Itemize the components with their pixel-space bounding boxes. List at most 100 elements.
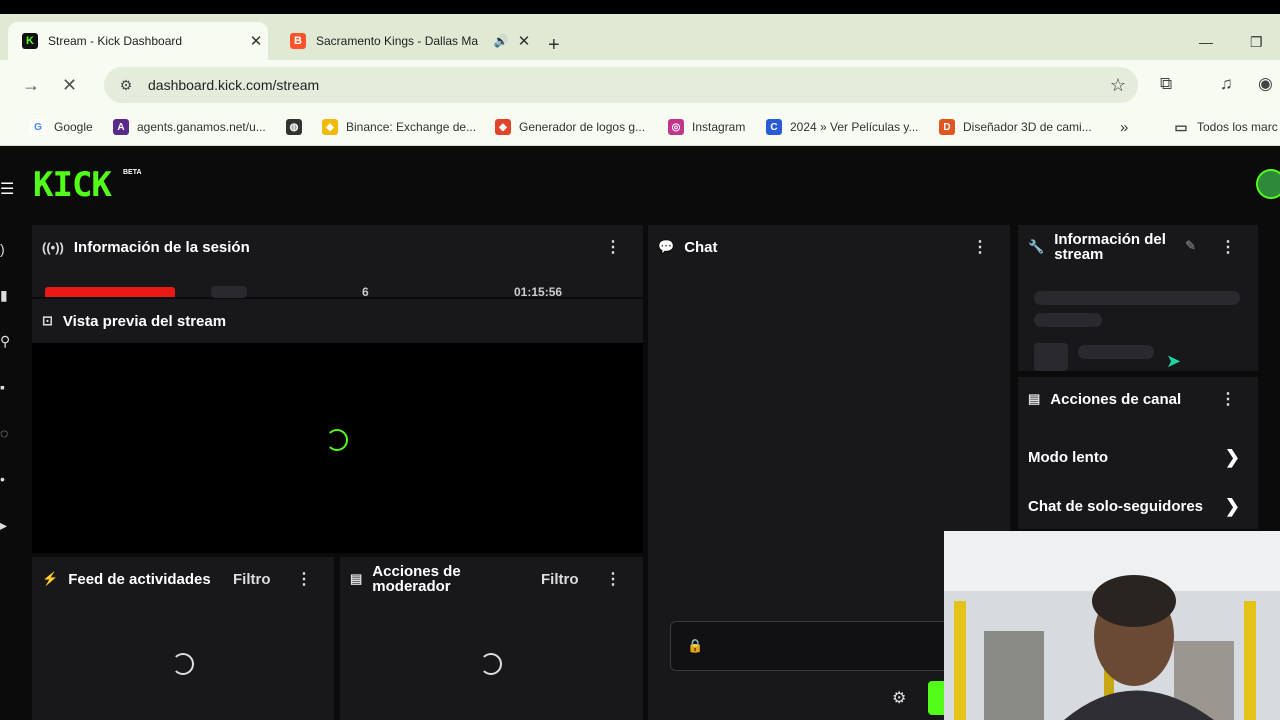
chevron-right-icon: ❯ xyxy=(1224,446,1240,467)
lock-icon: 🔒 xyxy=(687,638,704,653)
chat-bubble-icon: 💬 xyxy=(658,239,675,254)
extensions-icon[interactable]: ⧉ xyxy=(1160,74,1172,94)
bookmark-agents[interactable]: A agents.ganamos.net/u... xyxy=(113,119,266,135)
user-avatar[interactable] xyxy=(1256,169,1280,199)
loading-spinner xyxy=(326,429,348,451)
bookmarks-bar: G Google A agents.ganamos.net/u... ◍ ◆ B… xyxy=(0,110,1280,146)
beta-badge: BETA xyxy=(123,169,142,176)
kick-logo[interactable]: KICK xyxy=(33,165,112,205)
kebab-menu-icon[interactable]: ⋮ xyxy=(1220,237,1236,257)
bolt-icon: ⚡ xyxy=(42,571,59,586)
close-tab-icon[interactable]: ✕ xyxy=(512,32,536,50)
tab-kick-dashboard[interactable]: K Stream - Kick Dashboard ✕ xyxy=(8,22,268,60)
wrench-icon: 🔧 xyxy=(1028,239,1045,254)
tab-title: Stream - Kick Dashboard xyxy=(48,34,183,48)
new-tab-button[interactable]: + xyxy=(548,34,560,57)
slow-mode-row[interactable]: Modo lento ❯ xyxy=(1018,437,1258,477)
activity-feed-title: Feed de actividades xyxy=(68,570,211,588)
logo-generator-icon: ◆ xyxy=(495,119,511,135)
activity-filter-button[interactable]: Filtro xyxy=(233,571,271,588)
stop-loading-icon[interactable]: ✕ xyxy=(62,75,77,96)
cuevana-icon: C xyxy=(766,119,782,135)
bookmark-star-icon[interactable]: ☆ xyxy=(1098,75,1138,96)
mod-filter-button[interactable]: Filtro xyxy=(541,571,579,588)
close-tab-icon[interactable]: ✕ xyxy=(244,32,268,50)
viewer-count: 6 xyxy=(362,285,369,299)
rail-community-icon[interactable]: ▪ xyxy=(0,379,12,425)
chat-header: 💬 Chat ⋮ xyxy=(648,225,1010,269)
bookmark-all-folder[interactable]: ▭ Todos los marc xyxy=(1173,118,1277,135)
rail-analytics-icon[interactable]: • xyxy=(0,471,12,517)
kick-dashboard: ☰ KICK BETA ) ▮ ⚲ ▪ ◌ • ▸ ((•)) Informac… xyxy=(0,151,1280,720)
session-info-header: ((•)) Información de la sesión ⋮ xyxy=(32,225,643,269)
bookmark-peliculas[interactable]: C 2024 » Ver Películas y... xyxy=(766,119,919,135)
bookmark-google[interactable]: G Google xyxy=(30,119,93,135)
profile-avatar-icon[interactable]: ◉ xyxy=(1258,74,1273,94)
skeleton-line xyxy=(1034,313,1102,327)
channel-actions-icon: ▤ xyxy=(1028,391,1041,406)
kebab-menu-icon[interactable]: ⋮ xyxy=(972,237,988,257)
disenador-icon: D xyxy=(939,119,955,135)
mod-actions-panel: ▤ Acciones de moderador Filtro ⋮ xyxy=(340,557,643,720)
skeleton-line xyxy=(1034,291,1240,305)
preview-title: Vista previa del stream xyxy=(62,312,227,330)
skeleton-line xyxy=(1078,345,1154,359)
google-icon: G xyxy=(30,119,46,135)
os-top-bar xyxy=(0,0,1280,14)
live-status-badge xyxy=(45,287,175,297)
more-bookmarks-icon[interactable]: » xyxy=(1120,119,1128,136)
bookmark-label: Instagram xyxy=(692,120,746,134)
bookmark-binance[interactable]: ◆ Binance: Exchange de... xyxy=(322,119,476,135)
kebab-menu-icon[interactable]: ⋮ xyxy=(605,569,621,589)
bookmark-label: Binance: Exchange de... xyxy=(346,120,477,134)
rail-tools-icon[interactable]: ⚲ xyxy=(0,333,12,379)
kebab-menu-icon[interactable]: ⋮ xyxy=(1220,389,1236,409)
folder-icon: ▭ xyxy=(1174,118,1188,135)
preview-header: ⊡ Vista previa del stream xyxy=(32,299,643,343)
clipboard-icon: ▤ xyxy=(350,571,363,586)
speaker-icon[interactable]: 🔊 xyxy=(490,34,512,48)
bookmark-logos[interactable]: ◆ Generador de logos g... xyxy=(495,119,645,135)
broadcast-icon: ((•)) xyxy=(42,239,64,255)
rail-settings-icon[interactable]: ◌ xyxy=(0,425,12,471)
bookmark-label: 2024 » Ver Películas y... xyxy=(790,120,919,134)
kebab-menu-icon[interactable]: ⋮ xyxy=(296,569,312,589)
bookmark-globe[interactable]: ◍ xyxy=(286,119,310,135)
bookmark-label: Generador de logos g... xyxy=(519,120,646,134)
mod-actions-title: Acciones de moderador xyxy=(372,563,461,595)
kebab-menu-icon[interactable]: ⋮ xyxy=(605,237,621,257)
site-settings-icon[interactable]: ⚙ xyxy=(112,77,140,94)
chat-title: Chat xyxy=(684,238,718,256)
preview-icon: ⊡ xyxy=(42,313,53,328)
channel-actions-panel: ▤ Acciones de canal ⋮ Modo lento ❯ Chat … xyxy=(1018,377,1258,529)
rail-stream-icon[interactable]: ) xyxy=(0,241,12,287)
restore-icon[interactable]: ❐ xyxy=(1250,34,1263,51)
rail-content-icon[interactable]: ▮ xyxy=(0,287,12,333)
address-bar-row: → ✕ ⚙ dashboard.kick.com/stream ☆ ⧉ ♫ ◉ xyxy=(0,60,1280,110)
globe-icon: ◍ xyxy=(286,119,302,135)
edit-pencil-icon[interactable]: ✎ xyxy=(1185,238,1196,254)
bookmark-instagram[interactable]: ◎ Instagram xyxy=(668,119,745,135)
instagram-icon: ◎ xyxy=(668,119,684,135)
webcam-overlay xyxy=(944,531,1280,720)
bookmark-label: Google xyxy=(54,120,93,134)
bookmark-label: agents.ganamos.net/u... xyxy=(137,120,266,134)
stream-preview-video[interactable] xyxy=(32,343,643,553)
minimize-icon[interactable]: — xyxy=(1199,34,1213,50)
bookmark-disenador[interactable]: D Diseñador 3D de cami... xyxy=(939,119,1092,135)
followers-only-row[interactable]: Chat de solo-seguidores ❯ xyxy=(1018,486,1258,526)
menu-icon[interactable]: ☰ xyxy=(0,179,14,199)
media-controls-icon[interactable]: ♫ xyxy=(1220,74,1233,94)
forward-icon[interactable]: → xyxy=(22,75,40,96)
stream-info-header: 🔧 Información del stream ✎ ⋮ xyxy=(1018,225,1258,269)
side-rail: ) ▮ ⚲ ▪ ◌ • ▸ xyxy=(0,241,12,563)
chat-message-input[interactable]: 🔒 xyxy=(670,621,970,671)
omnibox[interactable]: ⚙ dashboard.kick.com/stream ☆ xyxy=(104,67,1138,103)
stream-info-panel: 🔧 Información del stream ✎ ⋮ xyxy=(1018,225,1258,371)
tab-sacramento-kings[interactable]: B Sacramento Kings - Dallas Ma 🔊 ✕ xyxy=(276,22,536,60)
activity-feed-header: ⚡ Feed de actividades Filtro ⋮ xyxy=(32,557,334,601)
chat-settings-gear-icon[interactable]: ⚙ xyxy=(892,688,906,708)
browser-tab-strip: K Stream - Kick Dashboard ✕ B Sacramento… xyxy=(0,14,1280,60)
url-text[interactable]: dashboard.kick.com/stream xyxy=(148,77,1098,93)
rail-more-icon[interactable]: ▸ xyxy=(0,517,12,563)
